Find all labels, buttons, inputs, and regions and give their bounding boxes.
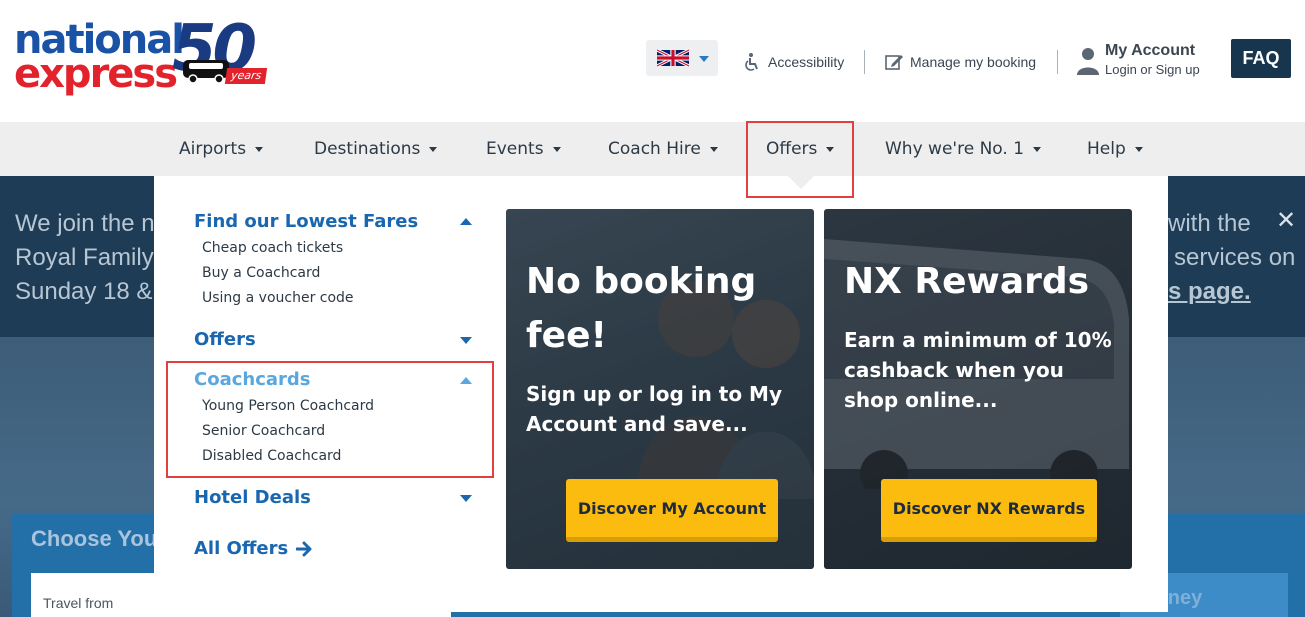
nav-label: Coach Hire [608,139,701,159]
arrow-right-icon [296,541,312,556]
uk-flag-icon [657,48,689,68]
chevron-down-icon [699,56,709,62]
chevron-down-icon [255,146,264,152]
expand-arrow-icon[interactable] [460,337,472,344]
link-buy-coachcard[interactable]: Buy a Coachcard [202,265,320,281]
faq-button[interactable]: FAQ [1231,39,1291,78]
main-navigation: Airports Destinations Events Coach Hire … [0,122,1305,176]
collapse-arrow-icon[interactable] [460,377,472,384]
edit-icon [885,55,903,70]
expand-arrow-icon[interactable] [460,495,472,502]
card-body: Earn a minimum of 10% cashback when you … [844,328,1112,412]
logo-word-express: express [14,51,178,97]
chevron-down-icon [552,146,561,152]
chevron-down-icon [826,146,835,152]
discover-my-account-button[interactable]: Discover My Account [566,479,778,542]
language-selector[interactable] [646,40,718,76]
nav-label: Help [1087,139,1126,159]
section-coachcards[interactable]: Coachcards [194,369,311,390]
nav-label: Events [486,139,544,159]
card-title: NX Rewards [844,261,1090,302]
nav-item-destinations[interactable]: Destinations [314,122,438,176]
banner-text-left-1: We join the n [15,210,155,237]
nav-item-why-no1[interactable]: Why we're No. 1 [885,122,1042,176]
nav-item-help[interactable]: Help [1087,122,1143,176]
logo-years-tag: years [224,68,268,84]
nav-item-events[interactable]: Events [486,122,561,176]
nav-item-airports[interactable]: Airports [179,122,264,176]
discover-nx-rewards-button[interactable]: Discover NX Rewards [881,479,1097,542]
nav-item-coach-hire[interactable]: Coach Hire [608,122,718,176]
banner-link-right[interactable]: s page. [1168,278,1251,306]
banner-text-right-2: services on [1174,244,1296,271]
close-icon[interactable]: ✕ [1276,206,1296,234]
header-divider [864,50,865,74]
accessibility-label: Accessibility [768,54,845,70]
promo-card-nx-rewards: NX Rewards Earn a minimum of 10% cashbac… [824,209,1132,569]
all-offers-label: All Offers [194,538,289,559]
chevron-down-icon [429,146,438,152]
section-hotel-deals[interactable]: Hotel Deals [194,487,311,508]
all-offers-link[interactable]: All Offers [194,538,312,559]
travel-from-placeholder: Travel from [43,595,114,611]
user-icon [1077,48,1099,75]
manage-booking-link[interactable]: Manage my booking [884,50,1036,74]
link-voucher-code[interactable]: Using a voucher code [202,290,354,306]
banner-text-left-3: Sunday 18 & [15,278,153,305]
national-express-logo[interactable]: national express 50 years [14,14,276,100]
offers-mega-menu: Find our Lowest Fares Cheap coach ticket… [154,176,1168,612]
nav-label: Destinations [314,139,421,159]
choose-journey-heading: Choose You [31,526,158,551]
my-account-link[interactable]: My Account Login or Sign up [1076,42,1216,82]
dropdown-pointer [788,176,814,189]
nav-label: Airports [179,139,247,159]
chevron-down-icon [1033,146,1042,152]
card-title: No booking fee! [526,261,757,356]
banner-text-left-2: Royal Family [15,244,154,271]
collapse-arrow-icon[interactable] [460,218,472,225]
accessibility-link[interactable]: Accessibility [742,50,844,74]
accessibility-icon [745,53,758,71]
section-lowest-fares[interactable]: Find our Lowest Fares [194,211,418,232]
card-body: Sign up or log in to My Account and save… [526,382,782,436]
link-cheap-coach-tickets[interactable]: Cheap coach tickets [202,240,343,256]
promo-card-my-account: No booking fee! Sign up or log in to My … [506,209,814,569]
chevron-down-icon [709,146,718,152]
manage-booking-label: Manage my booking [910,54,1037,70]
nav-label: Offers [766,139,818,159]
banner-text-right-1: with the [1168,210,1251,237]
nav-label: Why we're No. 1 [885,139,1025,159]
nav-item-offers[interactable]: Offers [766,122,835,176]
link-young-person-coachcard[interactable]: Young Person Coachcard [202,398,374,414]
site-header: national express 50 years Accessibility [0,0,1305,122]
chevron-down-icon [1134,146,1143,152]
my-account-title: My Account [1105,42,1196,59]
link-senior-coachcard[interactable]: Senior Coachcard [202,423,325,439]
header-divider [1057,50,1058,74]
login-signup-text: Login or Sign up [1105,62,1200,77]
section-offers[interactable]: Offers [194,329,256,350]
link-disabled-coachcard[interactable]: Disabled Coachcard [202,448,341,464]
